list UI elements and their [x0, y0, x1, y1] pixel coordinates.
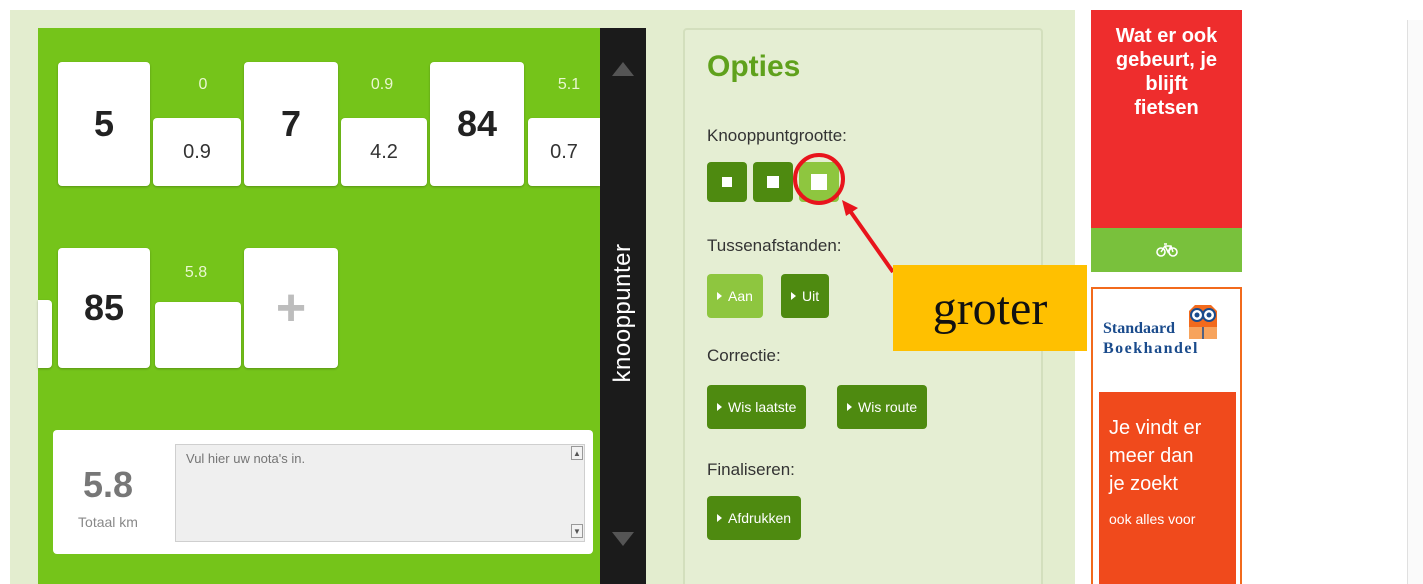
- highlight-circle: [793, 153, 845, 205]
- annotation-overlay: [793, 153, 895, 274]
- annotation-label: groter: [893, 265, 1087, 351]
- annotation-arrow: [846, 206, 895, 274]
- page: { "route": { "nodes_row1": [ {"node": "5…: [0, 0, 1423, 584]
